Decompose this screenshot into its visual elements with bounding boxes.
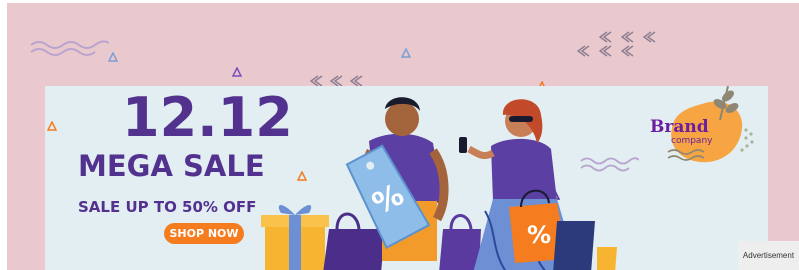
squiggle-icon <box>30 40 109 56</box>
triangle-icon <box>401 48 411 58</box>
triangle-icon <box>47 121 57 131</box>
ad-banner[interactable]: 12.12 MEGA SALE SALE UP TO 50% OFF SHOP … <box>7 3 799 270</box>
shop-now-button[interactable]: SHOP NOW <box>164 223 244 244</box>
offer-text: SALE UP TO 50% OFF <box>78 198 257 216</box>
gift-box-icon <box>261 205 329 270</box>
arrow-left-icon <box>577 31 656 57</box>
subheadline: MEGA SALE <box>78 149 265 183</box>
shopping-illustration: % % <box>261 97 617 270</box>
phone-icon <box>459 137 467 153</box>
triangle-icon <box>108 52 118 62</box>
triangle-icon <box>232 67 242 77</box>
brand-name: Brand <box>650 117 709 137</box>
svg-text:%: % <box>527 221 551 249</box>
brand-tagline: company <box>671 136 713 146</box>
advertisement-label: Advertisement <box>738 241 799 270</box>
